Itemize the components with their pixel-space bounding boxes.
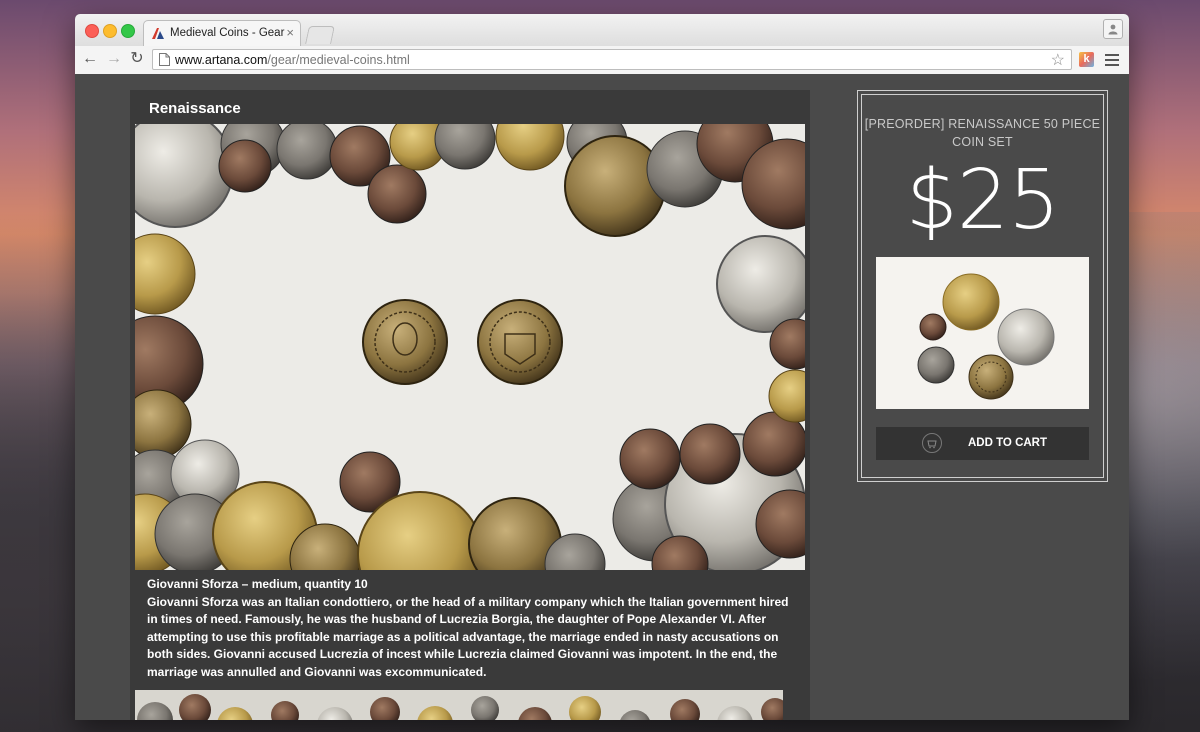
url-path: /gear/medieval-coins.html (267, 53, 410, 67)
maximize-window-button[interactable] (121, 24, 135, 38)
url-host: www.artana.com (175, 53, 268, 67)
coins-photo[interactable] (135, 124, 805, 570)
gallery-title: Renaissance (149, 100, 241, 117)
forward-button[interactable]: → (105, 50, 123, 68)
bookmark-star-icon[interactable]: ☆ (1051, 50, 1065, 70)
product-title[interactable]: [PREORDER] RENAISSANCE 50 PIECE COIN SET (862, 115, 1103, 151)
coin-set-illustration (876, 257, 1089, 409)
title-bar: Medieval Coins - Gear × (75, 14, 1129, 46)
coins-illustration (135, 124, 805, 570)
cart-icon (922, 433, 942, 453)
minimize-window-button[interactable] (103, 24, 117, 38)
extension-k-icon[interactable]: k (1079, 52, 1094, 67)
caption-title: Giovanni Sforza – medium, quantity 10 (147, 577, 368, 591)
product-card: [PREORDER] RENAISSANCE 50 PIECE COIN SET… (857, 90, 1108, 482)
add-to-cart-button[interactable]: ADD TO CART (876, 427, 1089, 460)
browser-toolbar: ← → ↻ www.artana.com/gear/medieval-coins… (75, 46, 1129, 75)
menu-hamburger-icon[interactable] (1105, 51, 1119, 67)
artana-favicon-icon (152, 28, 164, 39)
product-image[interactable] (876, 257, 1089, 409)
person-icon (1108, 24, 1118, 35)
profile-button[interactable] (1103, 19, 1123, 39)
page-icon (159, 53, 170, 66)
tab-close-icon[interactable]: × (286, 25, 294, 40)
tab-medieval-coins[interactable]: Medieval Coins - Gear × (143, 20, 301, 46)
close-window-button[interactable] (85, 24, 99, 38)
caption-body: Giovanni Sforza was an Italian condottie… (147, 594, 789, 679)
coins-photo-2[interactable] (135, 690, 783, 720)
add-to-cart-label: ADD TO CART (968, 437, 1048, 449)
new-tab-button[interactable] (305, 26, 335, 44)
coins-illustration-2 (135, 690, 783, 720)
address-bar[interactable]: www.artana.com/gear/medieval-coins.html … (152, 49, 1072, 70)
coin-caption: Giovanni Sforza – medium, quantity 10 Gi… (147, 576, 797, 682)
product-card-inner: [PREORDER] RENAISSANCE 50 PIECE COIN SET… (861, 94, 1104, 478)
back-button[interactable]: ← (81, 50, 99, 68)
reload-button[interactable]: ↻ (128, 50, 146, 68)
tab-title: Medieval Coins - Gear (170, 27, 285, 39)
product-price: $25 (905, 153, 1061, 248)
gallery-panel: Renaissance Giovanni Sforza – medium, qu… (130, 90, 810, 720)
url-text: www.artana.com/gear/medieval-coins.html (175, 53, 410, 67)
browser-window: Medieval Coins - Gear × ← → ↻ www.artana… (75, 14, 1129, 720)
page-viewport: Renaissance Giovanni Sforza – medium, qu… (75, 74, 1129, 720)
